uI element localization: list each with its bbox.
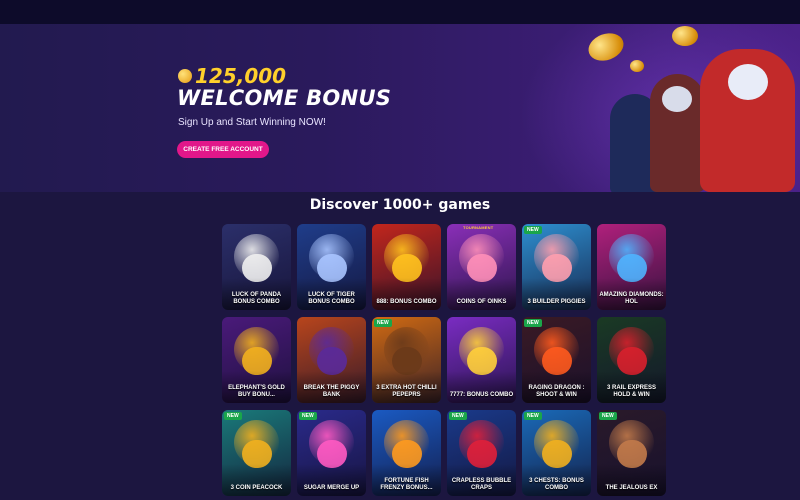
game-title: ELEPHANT'S GOLD BUY BONU... <box>228 385 285 398</box>
game-tile[interactable]: NEW THE JEALOUS EX <box>597 410 666 496</box>
create-free-account-button[interactable]: CREATE FREE ACCOUNT <box>177 141 269 158</box>
new-badge: NEW <box>299 412 317 420</box>
game-title: SUGAR MERGE UP <box>303 485 360 491</box>
game-title: 3 EXTRA HOT CHILLI PEPEPRS <box>376 385 437 398</box>
game-tile[interactable]: 888: BONUS COMBO <box>372 224 441 310</box>
game-tile[interactable]: NEW 3 CHESTS: BONUS COMBO <box>522 410 591 496</box>
top-navigation-bar <box>0 0 800 24</box>
bonus-subtitle: Sign Up and Start Winning NOW! <box>178 117 326 128</box>
game-tile[interactable]: NEW SUGAR MERGE UP <box>297 410 366 496</box>
game-title: COINS OF OINKS <box>456 299 507 305</box>
new-badge: NEW <box>599 412 617 420</box>
game-tile[interactable]: ELEPHANT'S GOLD BUY BONU... <box>222 317 291 403</box>
game-title: 888: BONUS COMBO <box>376 299 437 305</box>
game-title: 3 COIN PEACOCK <box>230 485 283 491</box>
new-badge: NEW <box>449 412 467 420</box>
game-title: 7777: BONUS COMBO <box>449 392 514 398</box>
game-title: RAGING DRAGON : SHOOT & WIN <box>528 385 585 398</box>
new-badge: NEW <box>524 226 542 234</box>
game-tile[interactable]: LUCK OF PANDA BONUS COMBO <box>222 224 291 310</box>
game-tile[interactable]: 7777: BONUS COMBO <box>447 317 516 403</box>
new-badge: NEW <box>224 412 242 420</box>
game-tile[interactable]: TOURNAMENT COINS OF OINKS <box>447 224 516 310</box>
penguin-face <box>728 64 768 100</box>
new-badge: NEW <box>524 319 542 327</box>
game-tile[interactable]: NEW 3 EXTRA HOT CHILLI PEPEPRS <box>372 317 441 403</box>
new-badge: NEW <box>524 412 542 420</box>
game-title: LUCK OF PANDA BONUS COMBO <box>231 292 282 305</box>
games-section-title: Discover 1000+ games <box>309 197 491 213</box>
gold-coin-icon <box>672 26 698 46</box>
game-tile[interactable]: FORTUNE FISH FRENZY BONUS... <box>372 410 441 496</box>
game-tile[interactable]: BREAK THE PIGGY BANK <box>297 317 366 403</box>
game-tile[interactable]: LUCK OF TIGER BONUS COMBO <box>297 224 366 310</box>
game-title: THE JEALOUS EX <box>605 485 658 491</box>
game-tile[interactable]: NEW 3 BUILDER PIGGIES <box>522 224 591 310</box>
bonus-amount: 125,000 <box>178 64 286 88</box>
game-tile[interactable]: NEW RAGING DRAGON : SHOOT & WIN <box>522 317 591 403</box>
game-title: AMAZING DIAMONDS: HOL <box>599 292 664 305</box>
game-title: 3 CHESTS: BONUS COMBO <box>529 478 584 491</box>
game-tile[interactable]: 3 RAIL EXPRESS HOLD & WIN <box>597 317 666 403</box>
tournament-badge: TOURNAMENT <box>463 225 494 230</box>
penguin-mascots-illustration <box>550 24 800 192</box>
game-title: 3 BUILDER PIGGIES <box>527 299 586 305</box>
welcome-bonus-banner: 125,000 WELCOME BONUS Sign Up and Start … <box>0 24 800 192</box>
bonus-amount-value: 125,000 <box>195 64 287 88</box>
games-grid: LUCK OF PANDA BONUS COMBO LUCK OF TIGER B… <box>222 224 666 500</box>
bonus-title: WELCOME BONUS <box>177 86 392 110</box>
game-tile[interactable]: NEW 3 COIN PEACOCK <box>222 410 291 496</box>
game-title: LUCK OF TIGER BONUS COMBO <box>308 292 355 305</box>
game-title: 3 RAIL EXPRESS HOLD & WIN <box>607 385 656 398</box>
gold-coin-icon <box>584 28 628 66</box>
new-badge: NEW <box>374 319 392 327</box>
gold-coin-icon <box>630 60 644 72</box>
game-tile[interactable]: AMAZING DIAMONDS: HOL <box>597 224 666 310</box>
game-title: FORTUNE FISH FRENZY BONUS... <box>380 478 433 491</box>
game-title: CRAPLESS BUBBLE CRAPS <box>451 478 512 491</box>
penguin-face <box>662 86 692 112</box>
game-title: BREAK THE PIGGY BANK <box>303 385 360 398</box>
game-tile[interactable]: NEW CRAPLESS BUBBLE CRAPS <box>447 410 516 496</box>
coins-icon <box>178 69 192 83</box>
